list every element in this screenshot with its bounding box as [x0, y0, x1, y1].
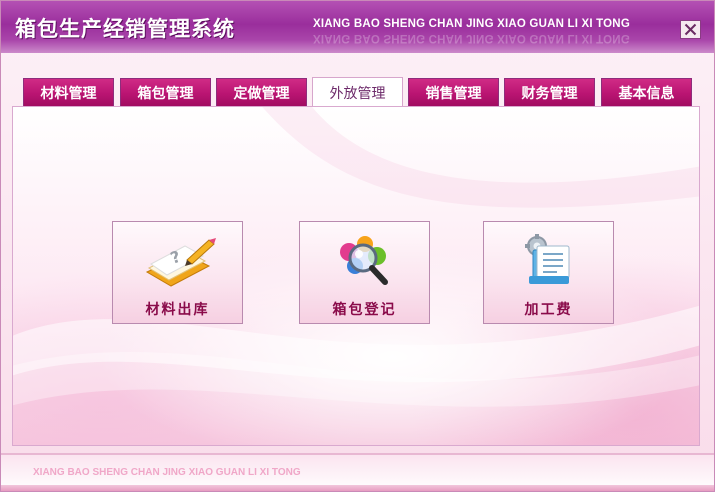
tab-bag[interactable]: 箱包管理 — [120, 78, 211, 106]
processing-fee-button[interactable]: 加工费 — [483, 221, 614, 324]
footer-divider — [1, 453, 714, 455]
close-button[interactable] — [680, 20, 701, 39]
tab-basic-info[interactable]: 基本信息 — [601, 78, 692, 106]
magnifier-search-icon — [339, 236, 388, 285]
main-window: 箱包生产经销管理系统 XIANG BAO SHENG CHAN JING XIA… — [0, 0, 715, 492]
app-title-english-reflection: XIANG BAO SHENG CHAN JING XIAO GUAN LI X… — [313, 32, 630, 44]
tab-label: 定做管理 — [233, 85, 290, 102]
tab-material[interactable]: 材料管理 — [23, 78, 114, 106]
processing-fee-label: 加工费 — [524, 302, 573, 318]
title-bar: 箱包生产经销管理系统 XIANG BAO SHENG CHAN JING XIA… — [1, 1, 714, 53]
material-outbound-label: 材料出库 — [145, 302, 210, 318]
tab-outsourcing[interactable]: 外放管理 — [312, 77, 403, 107]
tab-content-panel: ? 材料出库 箱包登记 加工费 — [12, 106, 700, 446]
close-icon — [684, 23, 697, 36]
footer-text: XIANG BAO SHENG CHAN JING XIAO GUAN LI X… — [33, 467, 301, 478]
tab-bar: 材料管理 箱包管理 定做管理 外放管理 销售管理 财务管理 基本信息 — [23, 77, 703, 107]
tab-finance[interactable]: 财务管理 — [504, 78, 595, 106]
notepad-pencil-icon: ? — [145, 238, 216, 287]
tab-label: 销售管理 — [425, 85, 482, 102]
tab-label: 基本信息 — [618, 85, 675, 102]
document-gear-icon — [524, 234, 569, 284]
bag-registration-button[interactable]: 箱包登记 — [299, 221, 430, 324]
tab-label: 外放管理 — [329, 85, 386, 102]
app-title-english: XIANG BAO SHENG CHAN JING XIAO GUAN LI X… — [313, 18, 630, 30]
material-outbound-button[interactable]: ? 材料出库 — [112, 221, 243, 324]
tab-sales[interactable]: 销售管理 — [408, 78, 499, 106]
footer-bottom-strip — [1, 485, 714, 491]
tab-label: 财务管理 — [521, 85, 578, 102]
bag-registration-label: 箱包登记 — [332, 302, 397, 318]
tab-custom-order[interactable]: 定做管理 — [216, 78, 307, 106]
app-title: 箱包生产经销管理系统 — [15, 17, 235, 41]
tab-label: 材料管理 — [40, 85, 97, 102]
tab-label: 箱包管理 — [137, 85, 194, 102]
